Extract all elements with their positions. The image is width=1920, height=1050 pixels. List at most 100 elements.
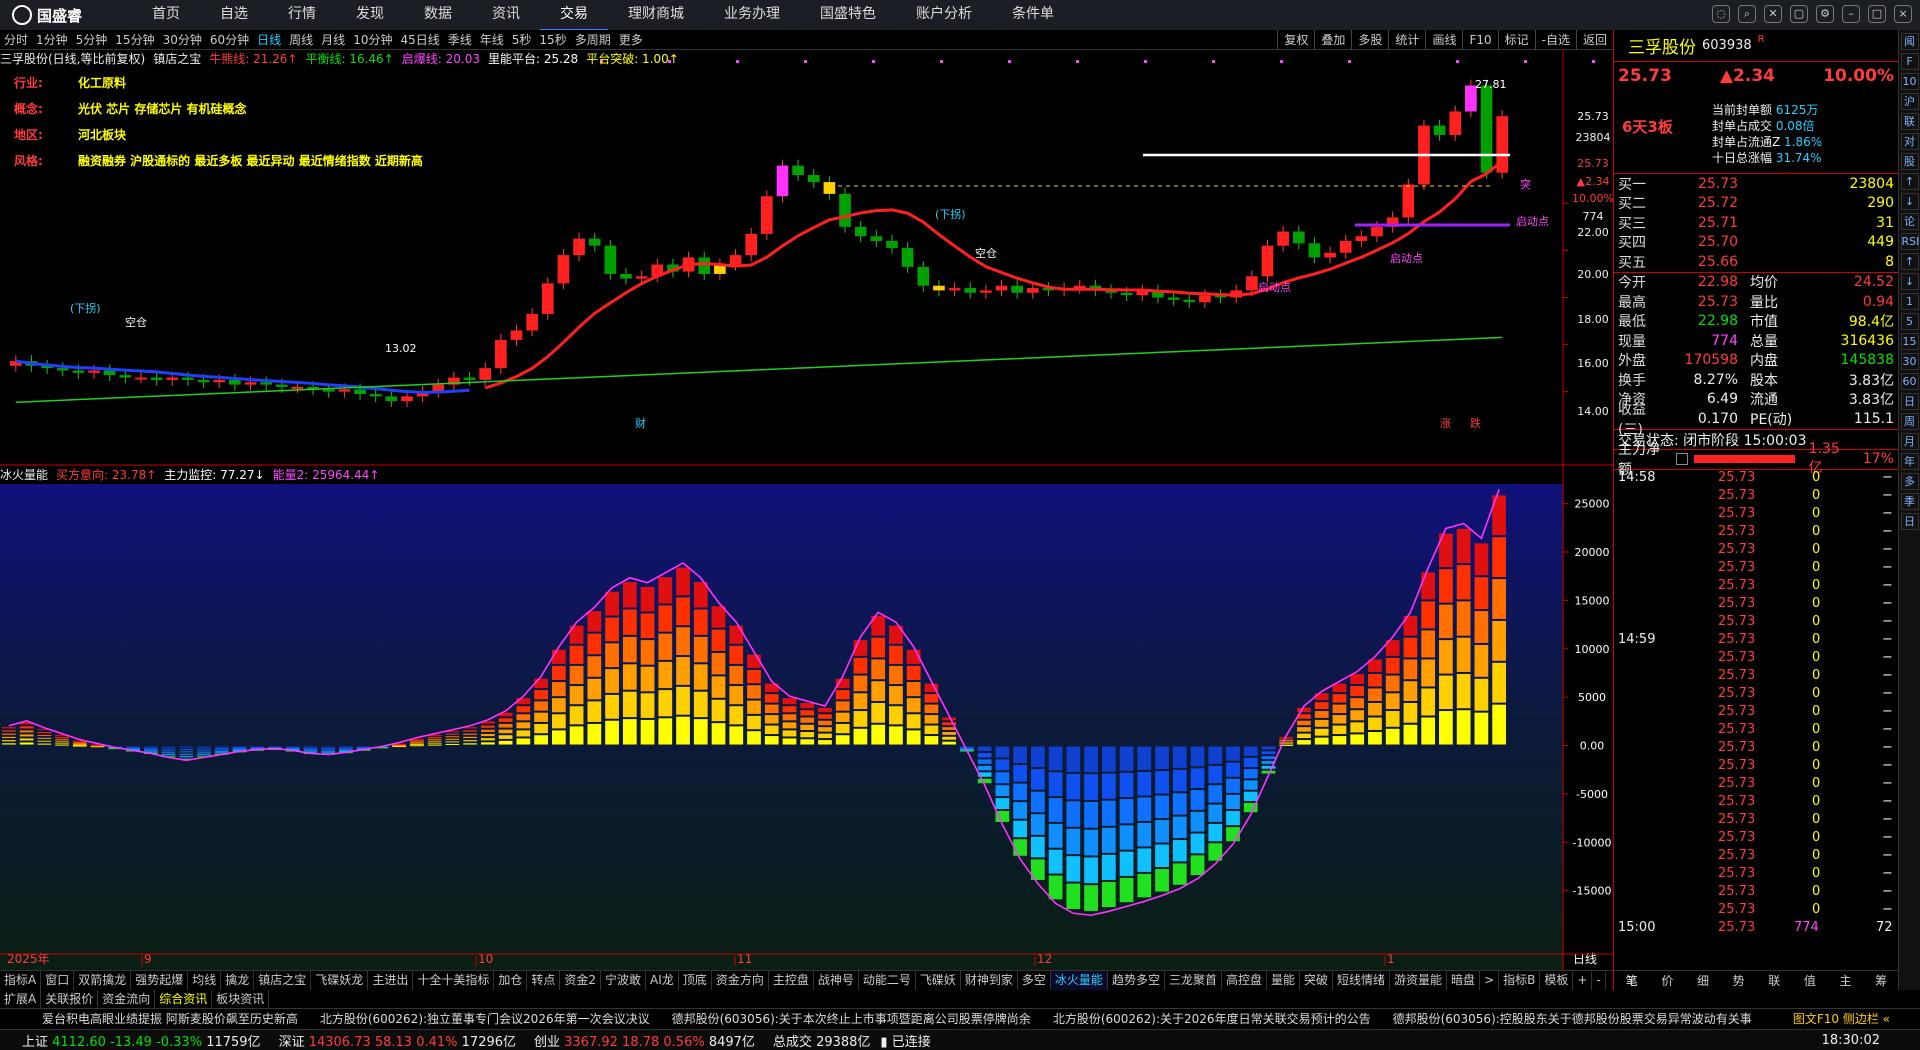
sidebar-button[interactable]: ↓: [1900, 273, 1919, 290]
period-tab[interactable]: 更多: [615, 31, 647, 48]
message-icon[interactable]: ◌: [1712, 5, 1730, 23]
indicator-tab[interactable]: 趋势多空: [1108, 971, 1165, 990]
maximize-button[interactable]: □: [1868, 5, 1886, 23]
index-quote[interactable]: 创业 3367.92 18.78 0.56% 8497亿: [534, 1031, 755, 1050]
menu-item[interactable]: 数据: [404, 0, 472, 31]
news-item[interactable]: 德邦股份(603056):控股股东关于德邦股份股票交易异常波动有关事: [1393, 1009, 1752, 1029]
quote-tab[interactable]: 价: [1650, 971, 1686, 990]
f10-sidebar-toggle[interactable]: 图文F10 侧边栏 «: [1793, 1010, 1890, 1027]
sidebar-button[interactable]: 日: [1900, 513, 1919, 530]
indicator-addon[interactable]: 镇店之宝: [153, 50, 201, 68]
indicator-tab[interactable]: +: [1573, 971, 1593, 990]
indicator-tab[interactable]: 擒龙: [221, 971, 255, 990]
order-book-row[interactable]: 买二 25.72 290: [1614, 194, 1898, 214]
indicator-tab[interactable]: 动能二号: [859, 971, 916, 990]
info-tab[interactable]: 关联报价: [41, 990, 99, 1008]
indicator2-title[interactable]: 冰火量能: [0, 466, 48, 484]
period-tab[interactable]: 多周期: [571, 31, 615, 48]
quote-tab[interactable]: 细: [1685, 971, 1721, 990]
info-tab[interactable]: 资金流向: [98, 990, 156, 1008]
sidebar-button[interactable]: 1: [1900, 293, 1919, 310]
indicator-tab[interactable]: 飞碟妖龙: [311, 971, 369, 990]
sidebar-button[interactable]: 闻: [1900, 33, 1919, 50]
indicator-tab[interactable]: 暗盘: [1447, 971, 1481, 990]
indicator-tab[interactable]: 飞碟妖: [916, 971, 961, 990]
sidebar-button[interactable]: RSI: [1900, 233, 1919, 250]
menu-item[interactable]: 国盛特色: [800, 0, 896, 31]
chart-tool-button[interactable]: F10: [1462, 30, 1497, 50]
indicator-tab[interactable]: 量能: [1267, 971, 1300, 990]
chart-tool-button[interactable]: 多股: [1351, 30, 1388, 50]
indicator-tab[interactable]: 战神号: [814, 971, 859, 990]
chart-tool-button[interactable]: 返回: [1575, 30, 1613, 50]
period-tab[interactable]: 5分钟: [72, 31, 112, 48]
indicator-tab[interactable]: 冰火量能: [1050, 971, 1108, 990]
indicator-tab[interactable]: 十全十美指标: [413, 971, 495, 990]
sidebar-button[interactable]: ↑: [1900, 173, 1919, 190]
menu-item[interactable]: 首页: [132, 0, 200, 31]
news-ticker[interactable]: 爱台积电高眼业绩提振 阿斯麦股价飙至历史新高 北方股份(600262):独立董事专…: [0, 1008, 1920, 1029]
period-tab[interactable]: 周线: [285, 31, 317, 48]
menu-item[interactable]: 交易: [540, 0, 608, 31]
period-tab[interactable]: 10分钟: [349, 31, 396, 48]
order-book-row[interactable]: 买五 25.66 8: [1614, 252, 1898, 272]
indicator-tab[interactable]: 镇店之宝: [254, 971, 312, 990]
menu-item[interactable]: 自选: [200, 0, 268, 31]
indicator-tab[interactable]: AI龙: [646, 971, 679, 990]
chart-tool-button[interactable]: 画线: [1425, 30, 1462, 50]
sidebar-button[interactable]: 10: [1900, 73, 1919, 90]
sidebar-button[interactable]: 日: [1900, 393, 1919, 410]
order-book-row[interactable]: 买一 25.73 23804: [1614, 174, 1898, 194]
tools-icon[interactable]: ✕: [1764, 5, 1782, 23]
sidebar-button[interactable]: 60: [1900, 373, 1919, 390]
period-tab[interactable]: 15秒: [535, 31, 570, 48]
indicator-tab[interactable]: 高控盘: [1222, 971, 1267, 990]
tick-list[interactable]: 14:58 25.73 0− 25.73 0− 25.73 0− 25.73 0− 25.73 0−…: [1614, 470, 1898, 972]
flow-toggle[interactable]: [1676, 453, 1688, 465]
sidebar-button[interactable]: ↑: [1900, 253, 1919, 270]
info-tab[interactable]: 综合资讯: [155, 990, 213, 1008]
indicator-tab[interactable]: 资金方向: [712, 971, 769, 990]
indicator-tab[interactable]: 窗口: [41, 971, 75, 990]
indicator-tab[interactable]: 均线: [188, 971, 222, 990]
news-item[interactable]: 爱台积电高眼业绩提振 阿斯麦股价飙至历史新高: [42, 1009, 298, 1029]
indicator-tab[interactable]: 主控盘: [769, 971, 814, 990]
energy-chart[interactable]: 25000 20000 15000 10000 5000 0.00 -5000 -10000 -…: [0, 466, 1613, 970]
indicator-tab[interactable]: 宁波敢: [601, 971, 647, 990]
settings-icon[interactable]: ⚙: [1816, 5, 1834, 23]
period-tab[interactable]: 日线: [253, 31, 285, 48]
chart-tool-button[interactable]: 复权: [1277, 30, 1314, 50]
order-book-row[interactable]: 买三 25.71 31: [1614, 213, 1898, 233]
quote-tab[interactable]: 筹: [1863, 971, 1899, 990]
period-tab[interactable]: 分时: [0, 31, 32, 48]
period-tab[interactable]: 季线: [444, 31, 476, 48]
period-tab[interactable]: 1分钟: [32, 31, 72, 48]
period-tab[interactable]: 30分钟: [159, 31, 206, 48]
quote-tab[interactable]: 势: [1721, 971, 1757, 990]
period-tab[interactable]: 60分钟: [206, 31, 253, 48]
indicator-tab[interactable]: 强势起爆: [131, 971, 189, 990]
sidebar-button[interactable]: 对: [1900, 133, 1919, 150]
sidebar-button[interactable]: 联: [1900, 113, 1919, 130]
sidebar-button[interactable]: 5: [1900, 313, 1919, 330]
indicator-tab[interactable]: 转点: [527, 971, 561, 990]
indicator-tab[interactable]: 指标B: [1499, 971, 1541, 990]
quote-tab[interactable]: 联: [1757, 971, 1793, 990]
sidebar-button[interactable]: 多: [1900, 473, 1919, 490]
menu-item[interactable]: 业务办理: [704, 0, 800, 31]
info-tab[interactable]: 扩展A: [0, 990, 42, 1008]
indicator-tab[interactable]: 资金2: [560, 971, 602, 990]
menu-item[interactable]: 资讯: [472, 0, 540, 31]
indicator-tab[interactable]: -: [1592, 971, 1606, 990]
sidebar-button[interactable]: 论: [1900, 213, 1919, 230]
indicator-tab[interactable]: 双箭擒龙: [74, 971, 132, 990]
sidebar-button[interactable]: 年: [1900, 453, 1919, 470]
chart-tool-button[interactable]: -自选: [1534, 30, 1576, 50]
sidebar-button[interactable]: 股: [1900, 153, 1919, 170]
indicator-tab[interactable]: 短线情绪: [1333, 971, 1391, 990]
news-item[interactable]: 北方股份(600262):关于2026年度日常关联交易预计的公告: [1053, 1009, 1371, 1029]
indicator-tab[interactable]: 三龙聚首: [1165, 971, 1222, 990]
info-tab[interactable]: 板块资讯: [212, 990, 270, 1008]
menu-item[interactable]: 条件单: [992, 0, 1074, 31]
menu-item[interactable]: 发现: [336, 0, 404, 31]
